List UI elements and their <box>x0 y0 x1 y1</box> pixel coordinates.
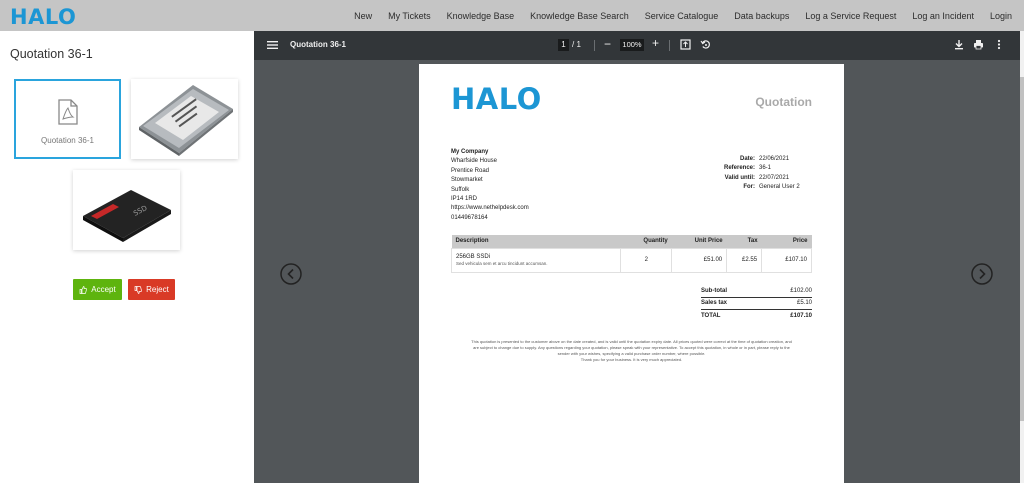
footer-line: Thank you for your business. It is very … <box>580 357 683 362</box>
sales-tax-row: Sales tax £5.10 <box>701 298 812 310</box>
attachment-label: Quotation 36-1 <box>41 136 94 145</box>
previous-page-arrow-icon[interactable] <box>280 263 302 285</box>
nav-item-knowledge-base[interactable]: Knowledge Base <box>447 11 515 21</box>
zoom-in-button[interactable]: + <box>652 36 659 50</box>
total-key: Sales tax <box>701 300 728 307</box>
table-row: 256GB SSDi Sed vehicula sem et arcu tinc… <box>450 247 812 273</box>
total-value: £5.10 <box>796 300 812 307</box>
address-line: Prentice Road <box>451 167 490 174</box>
grand-total-row: TOTAL £107.10 <box>701 310 812 323</box>
meta-value: 22/07/2021 <box>759 174 790 181</box>
thumbs-up-icon <box>79 285 88 294</box>
attachment-image-thumbnail[interactable] <box>131 79 238 159</box>
download-icon[interactable] <box>954 39 964 50</box>
item-price: £107.10 <box>761 247 812 273</box>
reject-label: Reject <box>146 285 169 294</box>
halo-logo[interactable]: HALO <box>10 5 76 29</box>
zoom-out-button[interactable]: − <box>604 37 611 51</box>
attachment-pdf-thumbnail[interactable]: Quotation 36-1 <box>14 79 121 159</box>
company-website: https://www.nethelpdesk.com <box>451 205 529 212</box>
nav-item-log-incident[interactable]: Log an Incident <box>912 11 974 21</box>
nav-item-data-backups[interactable]: Data backups <box>734 11 789 21</box>
vertical-scrollbar[interactable] <box>1020 31 1024 483</box>
next-page-arrow-icon[interactable] <box>971 263 993 285</box>
nav-item-log-service-request[interactable]: Log a Service Request <box>805 11 896 21</box>
print-icon[interactable] <box>973 39 984 50</box>
toolbar-divider <box>594 40 595 51</box>
column-header: Unit Price <box>671 235 727 248</box>
meta-value: 22/06/2021 <box>759 156 790 162</box>
page-number-input[interactable]: 1 <box>558 39 569 51</box>
item-tax: £2.55 <box>726 247 763 273</box>
attachments-panel: Quotation 36-1 Quotation 36-1 SSD Accept… <box>0 31 254 483</box>
meta-key: Valid until: <box>724 174 755 181</box>
table-header-row: Description Quantity Unit Price Tax Pric… <box>451 235 812 248</box>
accept-button[interactable]: Accept <box>73 279 122 300</box>
pdf-viewer: Quotation 36-1 1 / 1 − 100% + HALO Quota… <box>254 31 1020 483</box>
meta-key: Date: <box>739 156 755 162</box>
scrollbar-thumb[interactable] <box>1020 77 1024 421</box>
item-name: 256GB SSDi <box>456 254 491 260</box>
fit-to-page-icon[interactable] <box>680 39 691 50</box>
address-line: IP14 1RD <box>451 196 478 203</box>
column-header: Price <box>761 235 812 248</box>
line-items-table: Description Quantity Unit Price Tax Pric… <box>450 235 812 273</box>
meta-value: General User 2 <box>759 184 800 191</box>
nav-item-knowledge-base-search[interactable]: Knowledge Base Search <box>530 11 629 21</box>
item-quantity: 2 <box>620 247 673 273</box>
accept-label: Accept <box>91 285 116 294</box>
zoom-level-input[interactable]: 100% <box>620 39 644 51</box>
address-line: Stowmarket <box>451 177 483 184</box>
pdf-page: HALO Quotation My Company Wharfside Hous… <box>419 64 844 483</box>
item-description-cell: 256GB SSDi Sed vehicula sem et arcu tinc… <box>450 247 622 273</box>
meta-value: 36-1 <box>759 165 772 172</box>
page-total: / 1 <box>572 40 581 49</box>
rotate-icon[interactable] <box>700 39 711 50</box>
ssd-photo <box>131 79 238 159</box>
column-header: Description <box>451 235 621 248</box>
pdf-title: Quotation 36-1 <box>290 40 347 49</box>
company-phone: 01449678164 <box>451 214 488 221</box>
nav-item-new[interactable]: New <box>354 11 372 21</box>
item-subtext: Sed vehicula sem et arcu tincidunt accum… <box>456 261 548 266</box>
address-line: Suffolk <box>451 186 470 193</box>
totals-block: Sub-total £102.00 Sales tax £5.10 TOTAL £10… <box>701 285 812 323</box>
column-header: Quantity <box>620 235 672 248</box>
quote-metadata: Date: 22/06/2021 Reference: 36-1 Valid unt… <box>699 155 809 193</box>
total-value: £102.00 <box>790 287 812 294</box>
terms-footer: This quotation is presented to the custo… <box>451 339 812 363</box>
pdf-file-icon <box>58 99 78 125</box>
company-address: My Company Wharfside House Prentice Road… <box>451 148 529 223</box>
document-logo: HALO <box>451 82 542 116</box>
ssd-photo: SSD <box>73 170 180 250</box>
nav-item-login[interactable]: Login <box>990 11 1012 21</box>
panel-title: Quotation 36-1 <box>10 47 93 61</box>
company-name: My Company <box>451 149 489 155</box>
meta-key: For: <box>743 184 755 191</box>
toolbar-divider <box>669 40 670 51</box>
item-unit-price: £51.00 <box>671 247 728 273</box>
total-value: £107.10 <box>790 313 812 320</box>
meta-key: Reference: <box>723 165 755 172</box>
address-line: Wharfside House <box>451 158 498 165</box>
total-key: TOTAL <box>701 313 721 320</box>
column-header: Tax <box>726 235 762 248</box>
hamburger-menu-icon[interactable] <box>267 40 278 50</box>
more-options-icon[interactable] <box>997 39 1001 50</box>
total-key: Sub-total <box>701 287 727 294</box>
top-navigation-bar: HALO New My Tickets Knowledge Base Knowl… <box>0 0 1024 31</box>
pdf-toolbar: Quotation 36-1 1 / 1 − 100% + <box>254 31 1020 60</box>
attachment-image-thumbnail[interactable]: SSD <box>73 170 180 250</box>
document-heading: Quotation <box>755 95 812 109</box>
thumbs-down-icon <box>134 285 143 294</box>
nav-menu: New My Tickets Knowledge Base Knowledge … <box>338 0 1012 31</box>
subtotal-row: Sub-total £102.00 <box>701 285 812 298</box>
reject-button[interactable]: Reject <box>128 279 175 300</box>
nav-item-service-catalogue[interactable]: Service Catalogue <box>645 11 719 21</box>
nav-item-my-tickets[interactable]: My Tickets <box>388 11 431 21</box>
